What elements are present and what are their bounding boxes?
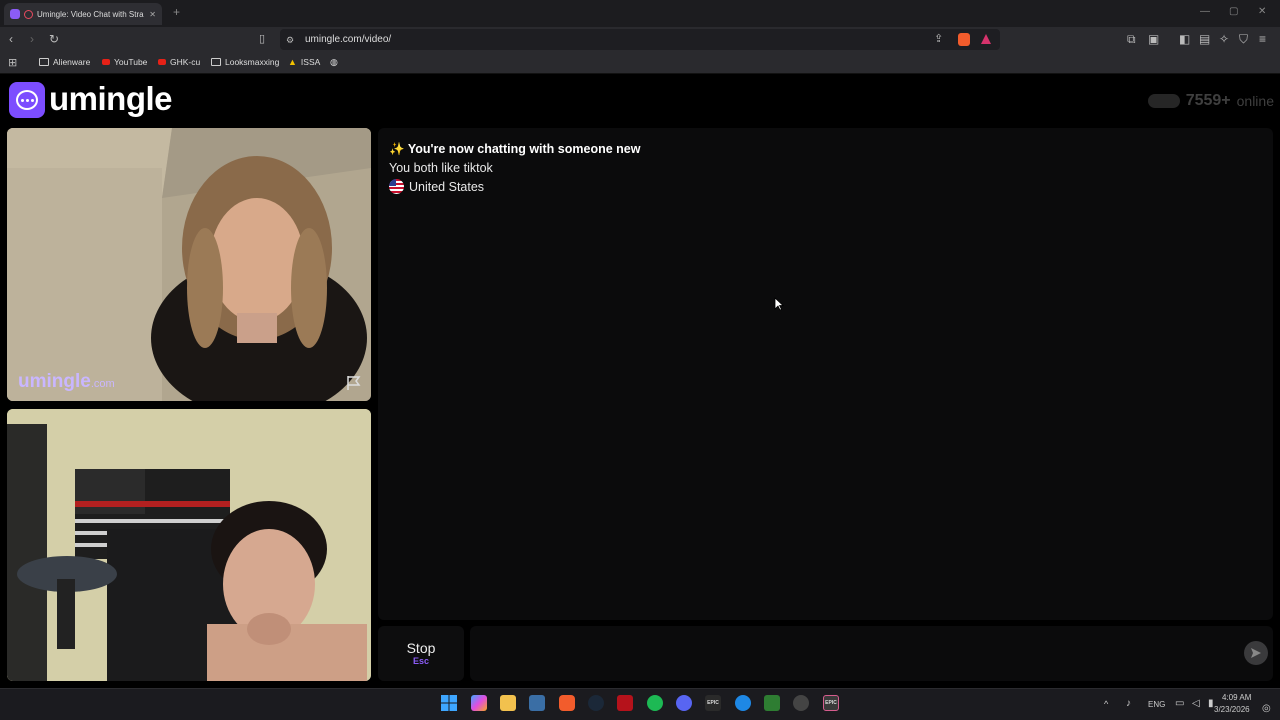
self-video <box>7 409 371 681</box>
youtube-icon <box>158 59 166 65</box>
sparkles-icon: ✨ <box>389 142 405 156</box>
notification-icon[interactable]: ◎ <box>1262 703 1271 714</box>
bookmark-icon[interactable]: ▯ <box>259 33 265 45</box>
close-tab-icon[interactable]: ✕ <box>149 10 156 19</box>
issa-icon: ▲ <box>288 57 297 67</box>
menu-icon[interactable]: ≡ <box>1259 33 1266 45</box>
network-icon[interactable]: ▭ <box>1175 698 1184 709</box>
stranger-video: umingle.com <box>7 128 371 401</box>
microphone-icon[interactable]: ♪ <box>1126 698 1131 709</box>
chrome-icon[interactable] <box>793 695 809 711</box>
reload-icon[interactable]: ↻ <box>49 33 59 45</box>
tab-list-icon[interactable]: ▤ <box>1199 33 1210 45</box>
steam-icon[interactable] <box>588 695 604 711</box>
extensions-icon[interactable]: ⧉ <box>1127 33 1136 45</box>
mouse-cursor-icon <box>774 297 784 311</box>
brave-taskbar-icon[interactable] <box>559 695 575 711</box>
windows-taskbar <box>0 688 1280 720</box>
brave-shield-icon[interactable] <box>958 33 970 46</box>
bookmark-looksmaxxing[interactable]: Looksmaxxing <box>211 57 279 67</box>
sidebar-icon[interactable]: ◧ <box>1179 33 1190 45</box>
forward-icon[interactable]: › <box>30 33 34 45</box>
clock-time[interactable]: 4:09 AM <box>1222 693 1251 702</box>
epic-games-active-icon[interactable]: EPIC <box>823 695 839 711</box>
vpn-icon[interactable]: ⛉ <box>1239 33 1248 45</box>
minimize-icon[interactable]: — <box>1200 6 1210 17</box>
browser-tab[interactable]: Umingle: Video Chat with Stra ✕ <box>4 3 162 25</box>
globe-icon: ◍ <box>330 57 338 67</box>
new-tab-button[interactable]: + <box>173 5 180 19</box>
tray-overflow-icon[interactable]: ^ <box>1104 699 1108 709</box>
stop-shortcut: Esc <box>412 656 429 666</box>
bookmark-issa[interactable]: ▲ ISSA <box>288 57 320 67</box>
system-message: ✨ You're now chatting with someone new <box>389 142 640 157</box>
bookmark-alienware[interactable]: Alienware <box>39 57 90 67</box>
logo-text[interactable]: umingle <box>49 80 173 118</box>
browser-tab-bar: Umingle: Video Chat with Stra ✕ + — ▢ ✕ <box>0 0 1280 27</box>
maximize-icon[interactable]: ▢ <box>1229 6 1238 17</box>
us-flag-icon <box>389 179 404 194</box>
leo-ai-icon[interactable]: ✧ <box>1219 33 1229 45</box>
bookmark-globe[interactable]: ◍ <box>330 57 338 68</box>
common-interest-text: You both like tiktok <box>389 161 493 175</box>
umingle-watermark: umingle.com <box>18 371 115 392</box>
razer-icon[interactable] <box>617 695 633 711</box>
epic-games-icon[interactable]: EPIC <box>705 695 721 711</box>
umingle-favicon-icon <box>10 9 20 19</box>
folder-icon <box>211 58 221 66</box>
send-button[interactable] <box>1244 641 1268 665</box>
back-icon[interactable]: ‹ <box>9 33 13 45</box>
recording-icon <box>24 9 33 19</box>
tab-title: Umingle: Video Chat with Stra <box>37 9 144 19</box>
stop-label: Stop <box>406 640 436 656</box>
wallet-icon[interactable]: ▣ <box>1148 33 1159 45</box>
stranger-country: United States <box>389 179 484 194</box>
clock-date[interactable]: 3/23/2026 <box>1214 705 1250 714</box>
online-label: online <box>1236 93 1274 109</box>
share-icon[interactable]: ⇪ <box>934 33 943 45</box>
stranger-video-frame <box>7 128 371 401</box>
site-info-icon[interactable]: ⚙ <box>286 34 294 46</box>
self-video-frame <box>7 409 371 681</box>
window-close-icon[interactable]: ✕ <box>1258 6 1266 17</box>
online-count: 7559+ <box>1185 92 1231 109</box>
xbox-icon[interactable] <box>764 695 780 711</box>
folder-icon <box>39 58 49 66</box>
send-icon <box>1251 648 1261 658</box>
volume-icon[interactable]: ◁ <box>1192 698 1200 709</box>
theme-toggle[interactable] <box>1147 94 1180 108</box>
apps-grid-icon[interactable]: ⊞ <box>8 57 17 69</box>
microsoft-store-icon[interactable] <box>529 695 545 711</box>
online-indicator: 7559+ online <box>1147 92 1274 110</box>
edge-icon[interactable] <box>735 695 751 711</box>
country-text: United States <box>409 179 485 194</box>
language-indicator[interactable]: ENG <box>1148 700 1165 709</box>
chat-log: ✨ You're now chatting with someone new Y… <box>378 128 1273 620</box>
battery-icon[interactable]: ▮ <box>1208 698 1214 709</box>
start-menu-icon[interactable] <box>441 695 457 711</box>
brave-rewards-icon[interactable] <box>981 34 991 44</box>
url-text[interactable]: umingle.com/video/ <box>305 34 391 45</box>
file-explorer-icon[interactable] <box>500 695 516 711</box>
spotify-icon[interactable] <box>647 695 663 711</box>
bookmark-ghk-cu[interactable]: GHK-cu <box>158 57 200 67</box>
message-input[interactable] <box>470 626 1273 681</box>
system-message-text: You're now chatting with someone new <box>407 142 641 156</box>
report-flag-icon[interactable] <box>345 375 363 391</box>
youtube-icon <box>102 59 110 65</box>
umingle-logo-icon[interactable] <box>9 82 45 118</box>
discord-icon[interactable] <box>676 695 692 711</box>
stop-button[interactable]: Stop Esc <box>378 626 464 681</box>
copilot-icon[interactable] <box>471 695 487 711</box>
bookmark-youtube[interactable]: YouTube <box>102 57 147 67</box>
